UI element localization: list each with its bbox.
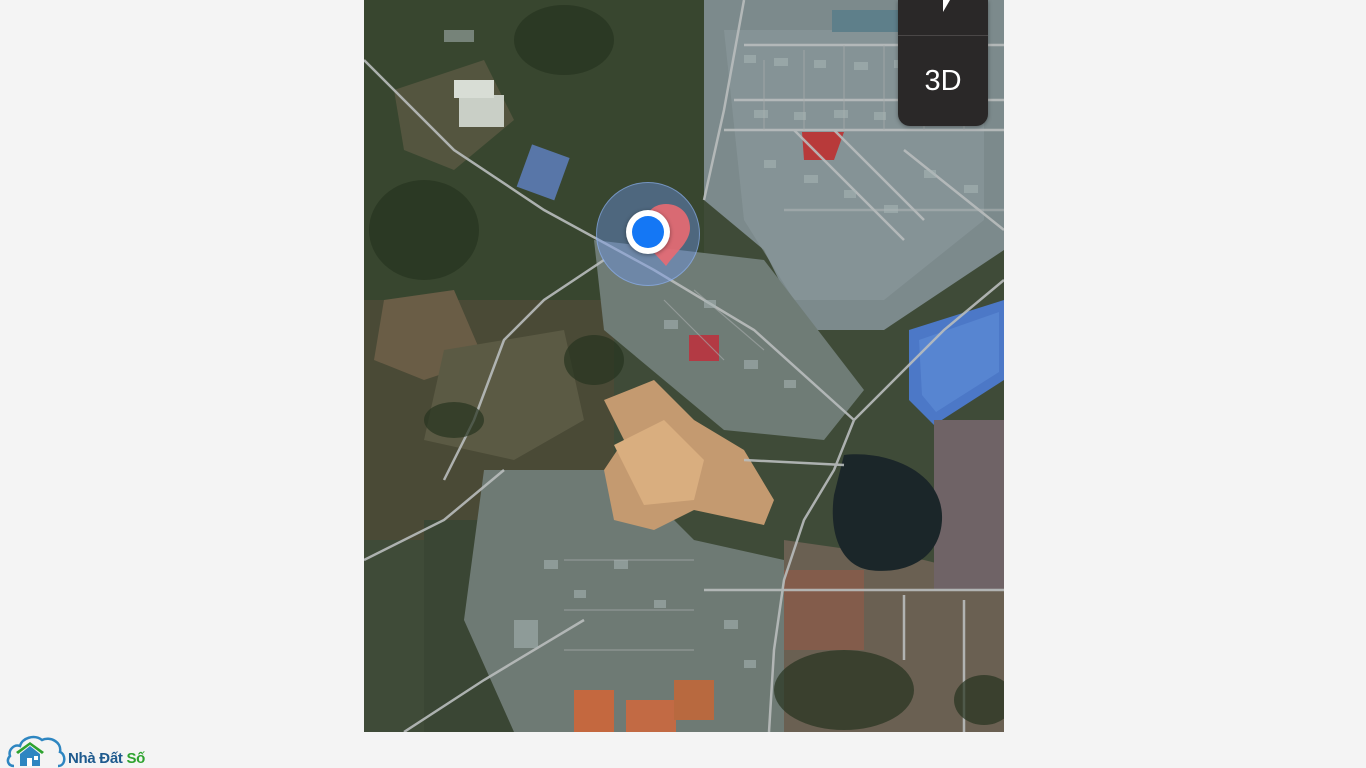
satellite-map[interactable]: 3D (364, 0, 1004, 732)
compass-button[interactable] (898, 0, 988, 36)
compass-arrow-icon (943, 0, 950, 12)
3d-view-button[interactable]: 3D (898, 36, 988, 126)
brand-name-part2: Số (126, 750, 146, 767)
brand-name-part1: Nhà Đất (68, 750, 127, 767)
brand-name: Nhà Đất Số (68, 750, 145, 767)
map-controls-panel: 3D (898, 0, 988, 126)
cloud-house-icon (6, 735, 66, 768)
brand-logo[interactable]: Nhà Đất Số (6, 732, 145, 768)
current-location-dot[interactable] (626, 210, 670, 254)
